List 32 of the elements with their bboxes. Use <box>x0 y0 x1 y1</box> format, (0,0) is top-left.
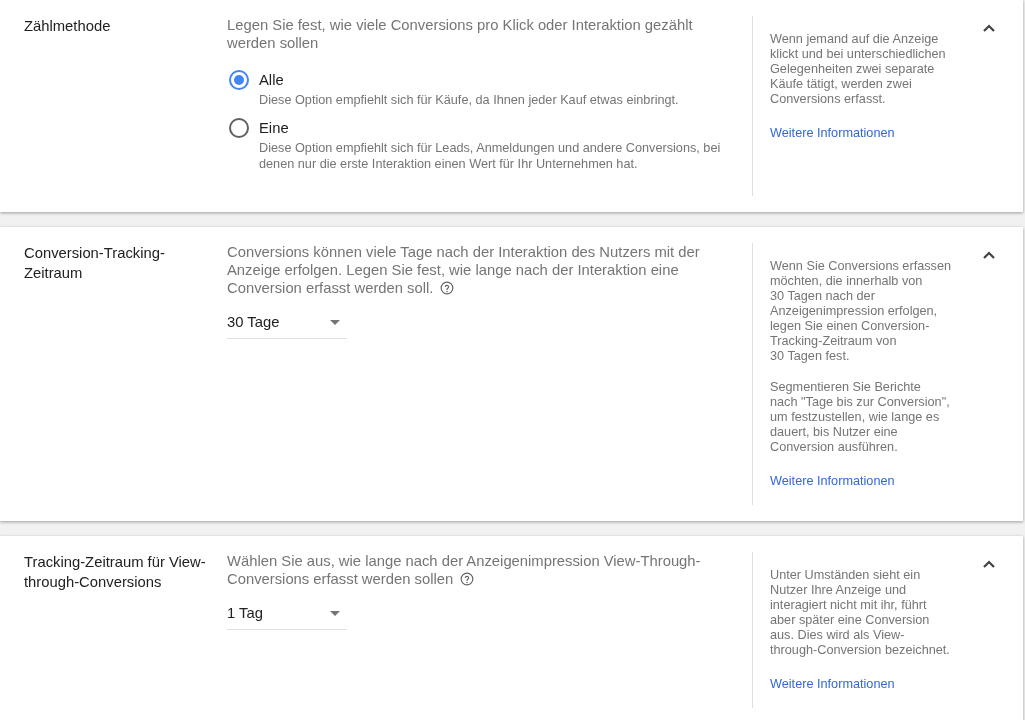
section-title: Zählmethode <box>24 17 112 36</box>
description-line: Conversion erfasst werden soll. <box>227 279 434 297</box>
section-title: Tracking-Zeitraum für View- through-Conversions <box>24 553 207 592</box>
help-text: Wenn Sie Conversions erfassen möchten, die innerhalb von 30 Tagen nach der Anzeigenimpression erfolgen, legen Sie einen Conversion- Tracking-Zeitraum von 30 Tagen fest. <box>770 259 951 364</box>
period-dropdown[interactable]: 1 Tag <box>227 596 347 630</box>
description-line: Wählen Sie aus, wie lange nach der Anzeigenimpression View-Through- <box>227 552 701 570</box>
section-title: Conversion-Tracking- Zeitraum <box>24 244 166 283</box>
option-description: Diese Option empfiehlt sich für Käufe, da Ihnen jeder Kauf etwas einbringt. <box>259 92 679 108</box>
help-text: Unter Umständen sieht ein Nutzer Ihre Anzeige und interagiert nicht mit ihr, führt aber später eine Conversion aus. Dies wird als View- through-Conversion bezeichnet. <box>770 568 950 658</box>
description-line: Legen Sie fest, wie viele Conversions pro Klick oder Interaktion gezählt <box>227 16 693 34</box>
learn-more-link[interactable]: Weitere Informationen <box>770 126 895 141</box>
description-line: Conversions erfasst werden sollen <box>227 570 454 588</box>
learn-more-link[interactable]: Weitere Informationen <box>770 474 895 489</box>
description-line: Conversions können viele Tage nach der Interaktion des Nutzers mit der <box>227 243 700 261</box>
radio-button[interactable] <box>229 70 249 90</box>
caret-icon <box>330 610 340 616</box>
help-icon[interactable] <box>440 281 455 295</box>
description-line: werden sollen <box>227 34 319 52</box>
help-text: Wenn jemand auf die Anzeige klickt und bei unterschiedlichen Gelegenheiten zwei separate Käufe tätigt, werden zwei Conversions erfasst. <box>770 32 946 107</box>
radio-button[interactable] <box>229 118 249 138</box>
description-line: Anzeige erfolgen. Legen Sie fest, wie lange nach der Interaktion eine <box>227 261 679 279</box>
period-dropdown[interactable]: 30 Tage <box>227 305 347 339</box>
caret-icon <box>330 319 340 325</box>
chevron-up-icon <box>983 251 995 259</box>
chevron-up-icon <box>983 560 995 568</box>
chevron-up-icon <box>983 24 995 32</box>
option-label: Eine <box>259 119 289 138</box>
option-description: Diese Option empfiehlt sich für Leads, Anmeldungen und andere Conversions, bei denen nur die erste Interaktion einen Wert für Ihr Unternehmen hat. <box>259 140 721 172</box>
learn-more-link[interactable]: Weitere Informationen <box>770 677 895 692</box>
help-text: Segmentieren Sie Berichte nach "Tage bis zur Conversion", um festzustellen, wie lange es dauert, bis Nutzer eine Conversion ausführen. <box>770 380 950 455</box>
help-icon[interactable] <box>460 572 475 586</box>
option-label: Alle <box>259 71 284 90</box>
